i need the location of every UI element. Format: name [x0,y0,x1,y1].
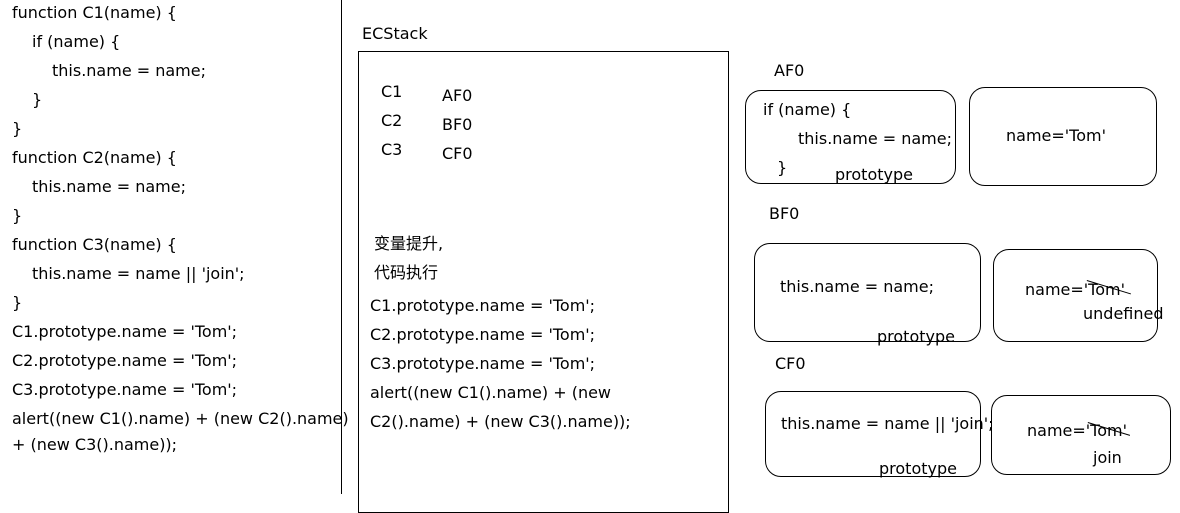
heap-af0-code: this.name = name; [798,129,952,148]
heap-label-bf0: BF0 [769,204,800,223]
heap-bf0-note: undefined [1083,304,1164,323]
code-line: } [12,119,23,138]
ecstack-line: C2.prototype.name = 'Tom'; [370,325,596,344]
vertical-divider [341,0,342,494]
code-line: } [12,206,23,225]
code-line: C2.prototype.name = 'Tom'; [12,351,238,370]
code-line: function C1(name) { [12,3,177,22]
heap-bf0-prototype-label: prototype [877,327,955,346]
code-line: alert((new C1().name) + (new C2().name) [12,409,349,428]
code-line: function C3(name) { [12,235,177,254]
ecstack-ref-cf0: CF0 [442,144,473,163]
ecstack-line: C2().name) + (new C3().name)); [370,412,631,431]
code-line: } [32,90,43,109]
code-line: this.name = name; [52,61,206,80]
heap-cf0-proto-value: name='Tom' [1027,421,1128,440]
heap-cf0-note: join [1093,448,1122,467]
heap-label-cf0: CF0 [775,354,806,373]
code-line: C1.prototype.name = 'Tom'; [12,322,238,341]
heap-af0-code: } [777,158,788,177]
code-line: function C2(name) { [12,148,177,167]
code-line: this.name = name || 'join'; [32,264,245,283]
ecstack-line: alert((new C1().name) + (new [370,383,612,402]
heap-af0-code: if (name) { [763,100,852,119]
ecstack-line: 代码执行 [374,263,439,282]
ecstack-line: 变量提升, [374,234,444,253]
heap-cf0-code: this.name = name || 'join'; [781,414,994,433]
heap-cf0-prototype-label: prototype [879,459,957,478]
code-line: C3.prototype.name = 'Tom'; [12,380,238,399]
heap-bf0-proto-value: name='Tom' [1025,280,1126,299]
heap-bf0-code: this.name = name; [780,277,934,296]
ecstack-fn-c1: C1 [381,82,403,101]
heap-af0-prototype-label: prototype [835,165,913,184]
ecstack-fn-c3: C3 [381,140,403,159]
code-line: + (new C3().name)); [12,435,178,454]
ecstack-title: ECStack [362,24,428,43]
ecstack-fn-c2: C2 [381,111,403,130]
ecstack-line: C3.prototype.name = 'Tom'; [370,354,596,373]
code-line: this.name = name; [32,177,186,196]
code-line: } [12,293,23,312]
ecstack-line: C1.prototype.name = 'Tom'; [370,296,596,315]
code-line: if (name) { [32,32,121,51]
ecstack-ref-af0: AF0 [442,86,473,105]
heap-label-af0: AF0 [774,61,805,80]
heap-af0-proto-value: name='Tom' [1006,126,1107,145]
ecstack-ref-bf0: BF0 [442,115,473,134]
